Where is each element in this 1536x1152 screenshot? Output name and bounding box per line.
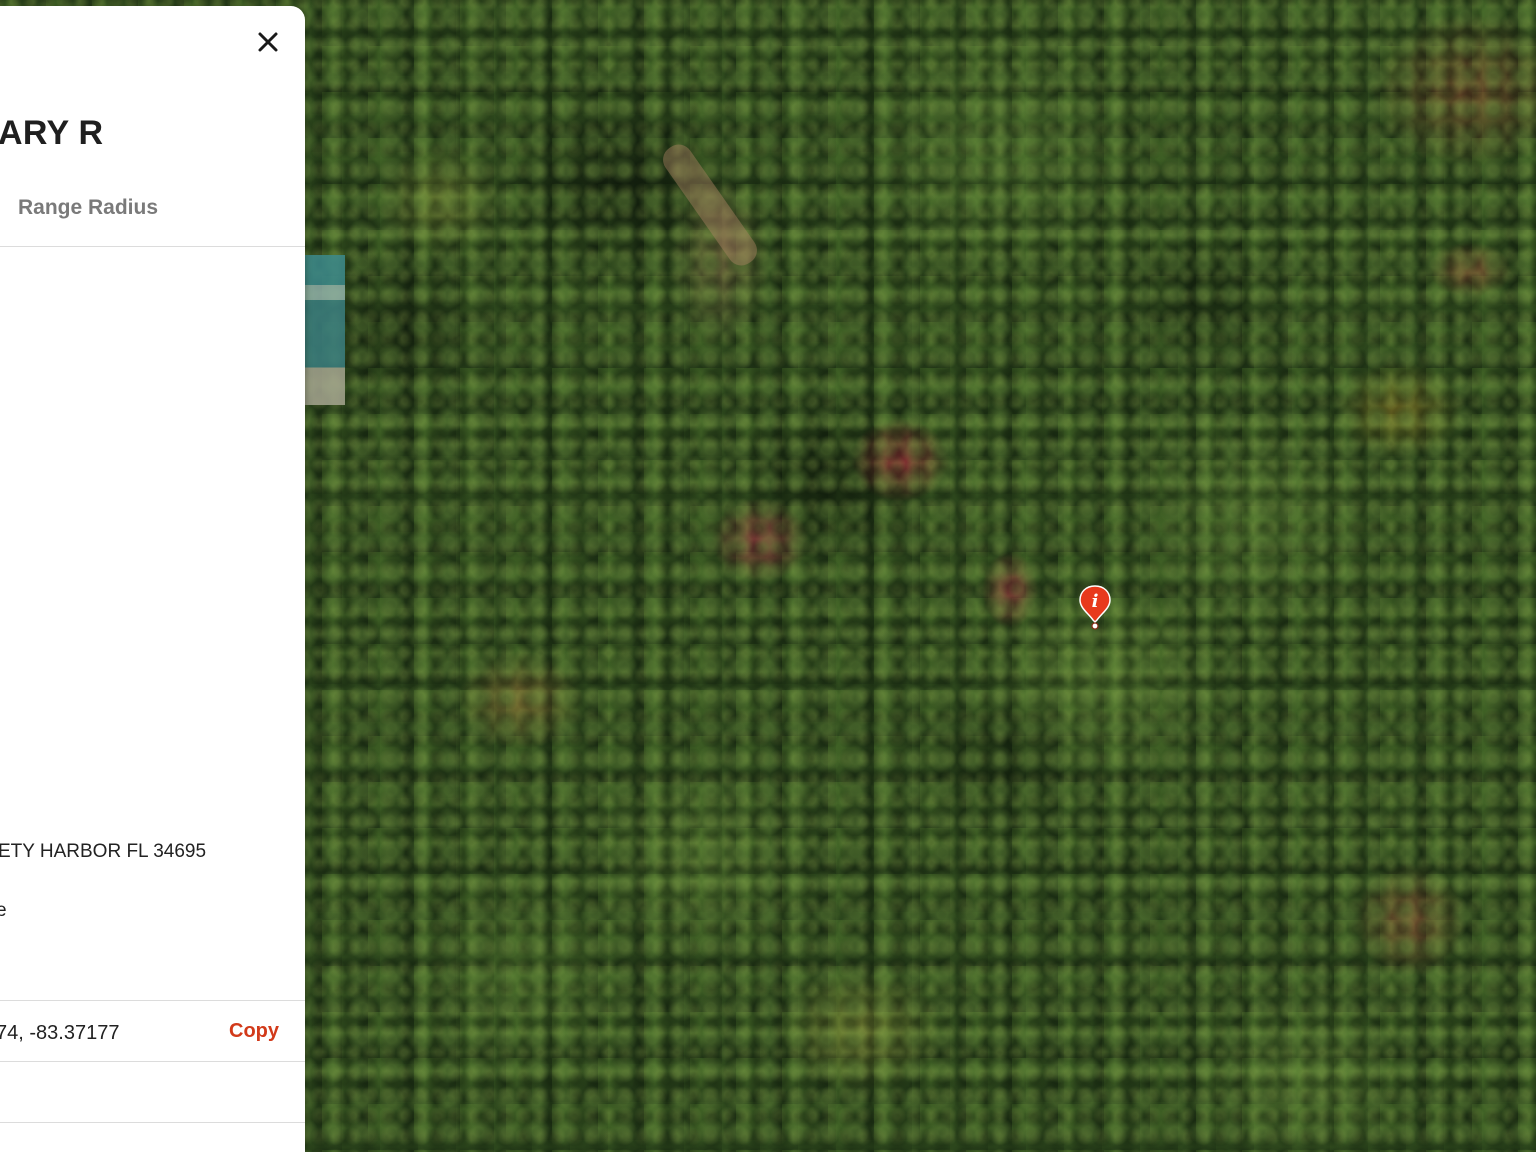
building-roof <box>305 255 345 405</box>
close-icon <box>258 32 278 52</box>
tab-range-radius[interactable]: Range Radius <box>18 196 158 220</box>
property-title: ARY R <box>0 114 104 152</box>
marker-glyph: i <box>1092 591 1099 612</box>
property-side-panel: ARY R Range Radius ETY HARBOR FL 34695 e… <box>0 6 305 1152</box>
info-marker-icon[interactable]: i <box>1078 584 1112 630</box>
coords-top-divider <box>0 1000 305 1001</box>
coordinates-value: 74, -83.37177 <box>0 1022 120 1044</box>
clearing-path <box>657 139 763 271</box>
property-address: ETY HARBOR FL 34695 <box>0 841 207 862</box>
section-divider <box>0 1122 305 1123</box>
coords-bottom-divider <box>0 1061 305 1062</box>
copy-coordinates-button[interactable]: Copy <box>229 1020 279 1043</box>
tabs-divider <box>0 246 305 247</box>
close-button[interactable] <box>250 24 286 60</box>
detail-text-fragment: e <box>0 900 7 921</box>
